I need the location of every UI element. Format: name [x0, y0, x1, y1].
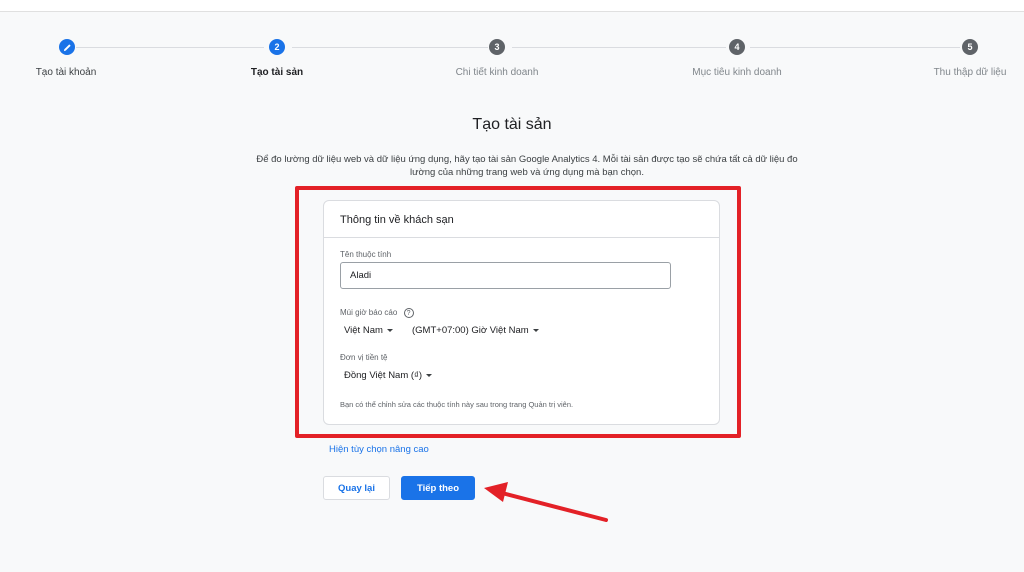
property-name-input[interactable]: Aladi: [340, 262, 671, 289]
page-description: Để đo lường dữ liệu web và dữ liệu ứng d…: [256, 154, 798, 178]
property-card: Thông tin về khách sạn Tên thuộc tính Al…: [323, 200, 720, 425]
stepper-connector: [512, 47, 726, 48]
step-2-badge: 2: [269, 39, 285, 55]
next-button[interactable]: Tiếp theo: [401, 476, 475, 500]
stepper-connector: [292, 47, 488, 48]
country-value: Việt Nam: [344, 325, 383, 336]
step-2-label: Tạo tài sản: [250, 67, 304, 78]
currency-value: Đồng Việt Nam (₫): [344, 370, 423, 381]
timezone-dropdown[interactable]: (GMT+07:00) Giờ Việt Nam: [412, 325, 539, 336]
step-5-label: Thu thập dữ liệu: [933, 67, 1007, 78]
country-dropdown[interactable]: Việt Nam: [344, 325, 393, 336]
page-title: Tạo tài sản: [472, 116, 552, 133]
currency-dropdown[interactable]: Đồng Việt Nam (₫): [344, 370, 433, 381]
step-4-badge: 4: [729, 39, 745, 55]
timezone-label-row: Múi giờ báo cáo ?: [340, 308, 414, 318]
stepper-connector: [76, 47, 264, 48]
currency-label: Đơn vị tiền tệ: [340, 353, 388, 362]
help-icon[interactable]: ?: [403, 308, 414, 318]
timezone-label: Múi giờ báo cáo: [340, 308, 398, 318]
top-bar: [0, 0, 1024, 12]
show-advanced-options-link[interactable]: Hiện tùy chọn nâng cao: [329, 444, 429, 455]
card-footnote: Bạn có thể chỉnh sửa các thuộc tính này …: [340, 400, 574, 409]
chevron-down-icon: [532, 328, 539, 332]
step-5-badge: 5: [962, 39, 978, 55]
chevron-down-icon: [426, 373, 433, 377]
step-3-badge: 3: [489, 39, 505, 55]
property-name-label: Tên thuộc tính: [340, 250, 392, 259]
progress-stepper: Tạo tài khoản 2 Tạo tài sản 3 Chi tiết k…: [0, 36, 1024, 86]
chevron-down-icon: [386, 328, 393, 332]
card-header: Thông tin về khách sạn: [324, 201, 719, 238]
step-1-label: Tạo tài khoản: [35, 67, 97, 78]
property-name-value: Aladi: [350, 270, 372, 281]
stepper-connector: [750, 47, 960, 48]
step-3-label: Chi tiết kinh doanh: [455, 67, 539, 78]
step-4-label: Mục tiêu kinh doanh: [692, 67, 782, 78]
back-button[interactable]: Quay lại: [323, 476, 390, 500]
step-1-pencil-icon: [59, 39, 75, 55]
red-arrow-annotation: [484, 482, 608, 522]
timezone-value: (GMT+07:00) Giờ Việt Nam: [412, 325, 529, 336]
